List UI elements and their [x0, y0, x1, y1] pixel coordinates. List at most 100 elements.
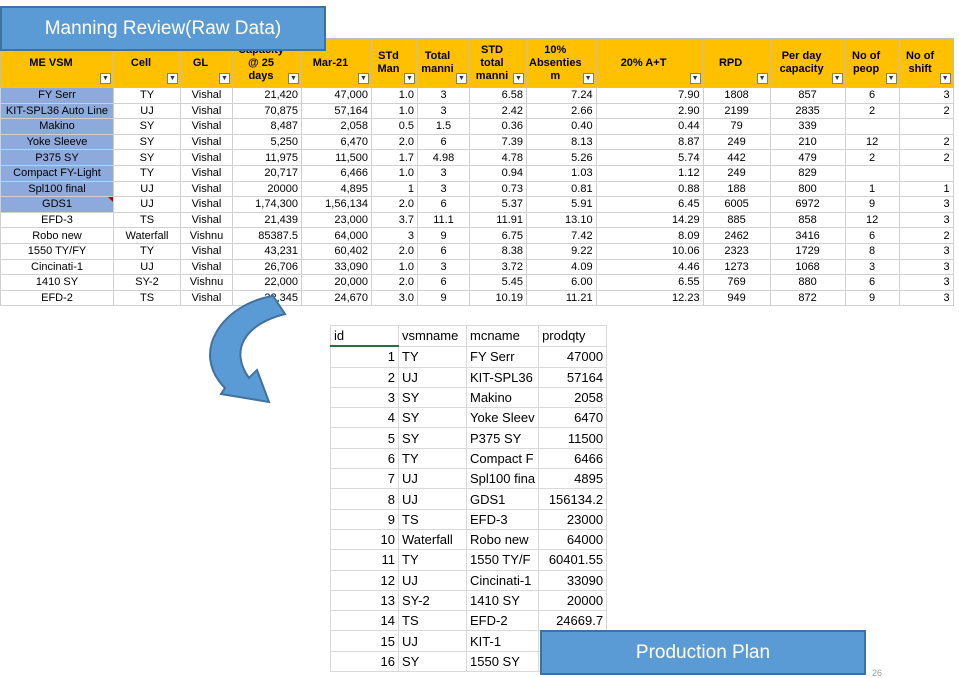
table-cell[interactable]: KIT-SPL36 Auto Line — [0, 102, 114, 120]
plan-cell[interactable]: Robo new — [465, 528, 540, 551]
plan-cell[interactable]: Yoke Sleev — [465, 407, 540, 429]
table-cell[interactable]: 3 — [417, 87, 470, 104]
table-cell[interactable]: 249 — [702, 133, 771, 151]
plan-cell[interactable]: 1 — [330, 345, 399, 368]
table-cell[interactable]: 11.1 — [417, 211, 470, 229]
table-cell[interactable]: Vishal — [180, 87, 233, 104]
plan-cell[interactable]: 1410 SY — [465, 589, 540, 612]
plan-cell[interactable]: 11500 — [538, 427, 608, 449]
plan-cell[interactable]: 2058 — [538, 386, 608, 409]
table-cell[interactable]: 6 — [844, 227, 900, 244]
table-cell[interactable]: 9 — [844, 289, 900, 307]
plan-cell[interactable]: SY-2 — [398, 589, 467, 612]
table-cell[interactable]: 0.73 — [469, 180, 527, 198]
table-cell[interactable]: 3 — [417, 180, 470, 198]
table-cell[interactable]: 6 — [417, 274, 470, 291]
table-cell[interactable]: 479 — [769, 149, 846, 166]
table-cell[interactable]: 0.44 — [595, 118, 704, 135]
table-cell[interactable]: 8,487 — [232, 118, 302, 135]
plan-cell[interactable]: 24669.7 — [538, 610, 608, 632]
table-cell[interactable]: 2462 — [702, 227, 771, 244]
table-cell[interactable]: 857 — [769, 87, 846, 104]
table-cell[interactable]: 14.29 — [595, 211, 704, 229]
table-cell[interactable]: 6,470 — [301, 133, 372, 151]
table-cell[interactable]: 6 — [417, 133, 470, 151]
table-cell[interactable]: 3 — [417, 164, 470, 182]
table-cell[interactable]: 1.0 — [371, 164, 418, 182]
table-cell[interactable]: 20000 — [232, 180, 302, 198]
table-cell[interactable]: 24,670 — [301, 289, 372, 307]
plan-cell[interactable]: 4895 — [538, 468, 608, 490]
table-cell[interactable]: 0.40 — [526, 118, 597, 135]
plan-cell[interactable]: 15 — [330, 630, 399, 652]
table-cell[interactable]: 1550 TY/FY — [0, 242, 114, 260]
table-cell[interactable]: 26,706 — [232, 258, 302, 276]
table-cell[interactable]: 2.0 — [371, 133, 418, 151]
table-cell[interactable]: TS — [113, 211, 181, 229]
plan-cell[interactable]: EFD-2 — [465, 610, 540, 632]
table-cell[interactable]: 5.91 — [526, 196, 597, 213]
table-cell[interactable]: 2 — [844, 149, 900, 166]
plan-cell[interactable]: 156134.2 — [538, 488, 608, 510]
table-cell[interactable]: 949 — [702, 289, 771, 307]
table-cell[interactable]: 249 — [702, 164, 771, 182]
table-cell[interactable]: 2835 — [769, 102, 846, 120]
plan-cell[interactable]: TY — [398, 549, 467, 571]
table-cell[interactable]: 12.23 — [595, 289, 704, 307]
table-cell[interactable]: 829 — [769, 164, 846, 182]
table-cell[interactable]: 6005 — [702, 196, 771, 213]
plan-cell[interactable]: UJ — [398, 488, 467, 510]
table-cell[interactable]: 9 — [417, 227, 470, 244]
plan-column-header[interactable]: prodqty — [538, 325, 608, 347]
table-cell[interactable]: 22,000 — [232, 274, 302, 291]
table-cell[interactable]: TY — [113, 164, 181, 182]
table-cell[interactable]: 3 — [371, 227, 418, 244]
table-cell[interactable]: 2 — [898, 102, 954, 120]
table-cell[interactable]: 210 — [769, 133, 846, 151]
plan-cell[interactable]: UJ — [398, 468, 467, 490]
table-cell[interactable] — [898, 118, 954, 135]
table-cell[interactable]: 1.0 — [371, 87, 418, 104]
table-cell[interactable]: 6,466 — [301, 164, 372, 182]
table-cell[interactable]: GDS1 — [0, 196, 114, 213]
table-cell[interactable]: TS — [113, 289, 181, 307]
table-cell[interactable]: 1 — [844, 180, 900, 198]
plan-cell[interactable]: SY — [398, 407, 467, 429]
plan-column-header[interactable]: vsmname — [398, 325, 467, 347]
table-cell[interactable]: 3 — [417, 102, 470, 120]
table-cell[interactable]: UJ — [113, 196, 181, 213]
table-cell[interactable]: SY — [113, 149, 181, 166]
plan-cell[interactable]: UJ — [398, 366, 467, 388]
table-cell[interactable]: SY — [113, 133, 181, 151]
table-cell[interactable]: 3.7 — [371, 211, 418, 229]
plan-cell[interactable]: 23000 — [538, 508, 608, 530]
table-cell[interactable]: 1,74,300 — [232, 196, 302, 213]
table-cell[interactable]: 3 — [898, 258, 954, 276]
table-cell[interactable]: 1.12 — [595, 164, 704, 182]
table-cell[interactable]: 1.5 — [417, 118, 470, 135]
plan-cell[interactable]: 4 — [330, 407, 399, 429]
table-cell[interactable]: Vishal — [180, 242, 233, 260]
table-cell[interactable]: 9 — [844, 196, 900, 213]
table-cell[interactable]: 1.0 — [371, 258, 418, 276]
table-cell[interactable]: Vishal — [180, 196, 233, 213]
table-cell[interactable]: 1,56,134 — [301, 196, 372, 213]
table-cell[interactable]: 188 — [702, 180, 771, 198]
plan-cell[interactable]: 1550 SY — [465, 650, 540, 673]
table-cell[interactable]: 872 — [769, 289, 846, 307]
filter-dropdown-icon[interactable]: ▼ — [167, 73, 178, 84]
table-cell[interactable]: P375 SY — [0, 149, 114, 166]
table-cell[interactable]: 1.0 — [371, 102, 418, 120]
plan-cell[interactable]: UJ — [398, 630, 467, 652]
table-cell[interactable]: 3 — [417, 258, 470, 276]
table-cell[interactable]: 5.26 — [526, 149, 597, 166]
filter-dropdown-icon[interactable]: ▼ — [456, 73, 467, 84]
table-cell[interactable]: 3.0 — [371, 289, 418, 307]
table-cell[interactable]: 1 — [898, 180, 954, 198]
plan-cell[interactable]: 5 — [330, 427, 399, 449]
table-cell[interactable]: 3 — [898, 274, 954, 291]
plan-cell[interactable]: KIT-1 — [465, 630, 540, 652]
table-cell[interactable]: 5.74 — [595, 149, 704, 166]
table-cell[interactable]: Makino — [0, 118, 114, 135]
table-cell[interactable]: 21,439 — [232, 211, 302, 229]
